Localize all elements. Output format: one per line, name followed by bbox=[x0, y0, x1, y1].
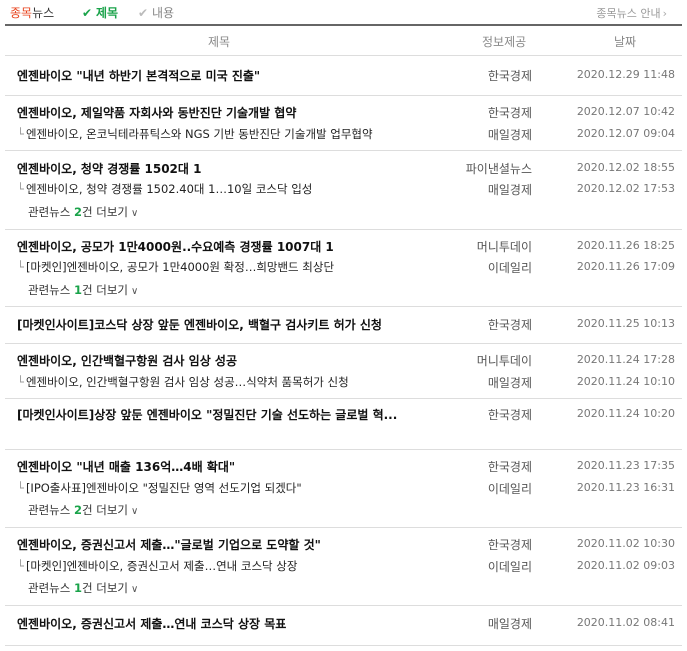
news-source: 한국경제 bbox=[487, 106, 532, 120]
news-title-link[interactable]: 엔젠바이오, 공모가 1만4000원..수요예측 경쟁률 1007대 1 bbox=[17, 238, 334, 255]
news-item: 엔젠바이오 "내년 하반기 본격적으로 미국 진출" 한국경제 2020.12.… bbox=[5, 54, 682, 96]
related-news-more-button[interactable]: 관련뉴스 1건 더보기 ∨ bbox=[28, 282, 138, 298]
news-item: [마켓인사이트]상장 앞둔 엔젠바이오 "정밀진단 기술 선도하는 글로벌 혁.… bbox=[5, 399, 682, 450]
news-date: 2020.11.24 10:20 bbox=[576, 407, 675, 420]
news-title-link[interactable]: 엔젠바이오, 증권신고서 제출…연내 코스닥 상장 목표 bbox=[17, 615, 286, 632]
news-title-link[interactable]: 엔젠바이오 "내년 하반기 본격적으로 미국 진출" bbox=[17, 67, 260, 84]
stock-news-guide-link[interactable]: 종목뉴스 안내 › bbox=[596, 5, 667, 21]
news-source: 매일경제 bbox=[487, 617, 532, 631]
news-title-link[interactable]: 엔젠바이오, 제일약품 자회사와 동반진단 기술개발 협약 bbox=[17, 104, 296, 121]
related-news-link[interactable]: └ 엔젠바이오, 인간백혈구항원 검사 임상 성공…식약처 품목허가 신청 bbox=[17, 374, 349, 390]
news-date: 2020.12.02 17:53 bbox=[576, 182, 675, 195]
column-header-date: 날짜 bbox=[614, 35, 637, 49]
news-item: 엔젠바이오, 증권신고서 제출…"글로벌 기업으로 도약할 것" 한국경제 20… bbox=[5, 528, 682, 606]
news-date: 2020.11.25 10:13 bbox=[576, 317, 675, 330]
news-source: 한국경제 bbox=[487, 538, 532, 552]
chevron-right-icon: › bbox=[662, 7, 667, 20]
news-item: 엔젠바이오, 공모가 1만4000원..수요예측 경쟁률 1007대 1 머니투… bbox=[5, 230, 682, 307]
news-title-link[interactable]: [마켓인사이트]코스닥 상장 앞둔 엔젠바이오, 백혈구 검사키트 허가 신청 bbox=[17, 316, 382, 333]
news-title-link[interactable]: 엔젠바이오, 증권신고서 제출…"글로벌 기업으로 도약할 것" bbox=[17, 536, 321, 553]
news-title-link[interactable]: 엔젠바이오, 청약 경쟁률 1502대 1 bbox=[17, 160, 201, 177]
related-news-link[interactable]: └ 엔젠바이오, 온코닉테라퓨틱스와 NGS 기반 동반진단 기술개발 업무협약 bbox=[17, 126, 373, 142]
stock-news-label: 종목뉴스 bbox=[10, 6, 55, 20]
branch-icon: └ bbox=[17, 559, 24, 573]
news-date: 2020.12.07 09:04 bbox=[576, 127, 675, 140]
search-body-option[interactable]: ✔ 내용 bbox=[138, 4, 174, 21]
related-news-link[interactable]: └ [마켓인]엔젠바이오, 증권신고서 제출…연내 코스닥 상장 bbox=[17, 558, 297, 574]
news-source: 한국경제 bbox=[487, 318, 532, 332]
check-icon: ✔ bbox=[82, 6, 93, 20]
news-item: [마켓인사이트]코스닥 상장 앞둔 엔젠바이오, 백혈구 검사키트 허가 신청 … bbox=[5, 307, 682, 344]
news-source: 한국경제 bbox=[487, 408, 532, 422]
table-header: 제목 정보제공 날짜 bbox=[5, 24, 682, 56]
related-news-more-button[interactable]: 관련뉴스 2건 더보기 ∨ bbox=[28, 204, 138, 220]
chevron-down-icon: ∨ bbox=[130, 584, 139, 595]
news-item: 엔젠바이오 "내년 매출 136억…4배 확대" 한국경제 2020.11.23… bbox=[5, 450, 682, 528]
news-date: 2020.11.26 18:25 bbox=[576, 239, 675, 252]
news-date: 2020.11.23 17:35 bbox=[576, 459, 675, 472]
related-news-link[interactable]: └ [마켓인]엔젠바이오, 공모가 1만4000원 확정…희망밴드 최상단 bbox=[17, 259, 334, 275]
news-source: 이데일리 bbox=[487, 261, 532, 275]
branch-icon: └ bbox=[17, 260, 24, 274]
column-header-source: 정보제공 bbox=[482, 35, 527, 49]
column-header-title: 제목 bbox=[208, 35, 231, 49]
branch-icon: └ bbox=[17, 375, 24, 389]
news-date: 2020.11.24 10:10 bbox=[576, 375, 675, 388]
news-date: 2020.11.02 10:30 bbox=[576, 537, 675, 550]
news-source: 한국경제 bbox=[487, 69, 532, 83]
news-date: 2020.11.23 16:31 bbox=[576, 481, 675, 494]
branch-icon: └ bbox=[17, 481, 24, 495]
news-source: 한국경제 bbox=[487, 460, 532, 474]
news-item: 엔젠바이오, 청약 경쟁률 1502대 1 파이낸셜뉴스 2020.12.02 … bbox=[5, 151, 682, 230]
news-date: 2020.11.02 08:41 bbox=[576, 616, 675, 629]
news-date: 2020.11.26 17:09 bbox=[576, 260, 675, 273]
chevron-down-icon: ∨ bbox=[130, 208, 139, 219]
news-date: 2020.12.02 18:55 bbox=[576, 161, 675, 174]
chevron-down-icon: ∨ bbox=[130, 286, 139, 297]
check-icon: ✔ bbox=[138, 6, 149, 20]
chevron-down-icon: ∨ bbox=[130, 506, 139, 517]
news-title-link[interactable]: 엔젠바이오, 인간백혈구항원 검사 임상 성공 bbox=[17, 352, 237, 369]
news-title-link[interactable]: 엔젠바이오 "내년 매출 136억…4배 확대" bbox=[17, 458, 235, 475]
news-date: 2020.12.07 10:42 bbox=[576, 105, 675, 118]
news-item: 엔젠바이오, 인간백혈구항원 검사 임상 성공 머니투데이 2020.11.24… bbox=[5, 344, 682, 399]
news-source: 매일경제 bbox=[487, 183, 532, 197]
news-source: 매일경제 bbox=[487, 128, 532, 142]
related-news-more-button[interactable]: 관련뉴스 2건 더보기 ∨ bbox=[28, 502, 138, 518]
branch-icon: └ bbox=[17, 127, 24, 141]
search-title-option[interactable]: ✔ 제목 bbox=[82, 4, 118, 21]
branch-icon: └ bbox=[17, 182, 24, 196]
news-source: 파이낸셜뉴스 bbox=[465, 162, 532, 176]
news-title-link[interactable]: [마켓인사이트]상장 앞둔 엔젠바이오 "정밀진단 기술 선도하는 글로벌 혁.… bbox=[17, 406, 447, 424]
news-toolbar: 종목뉴스 ✔ 제목 ✔ 내용 종목뉴스 안내 › bbox=[0, 0, 687, 24]
related-news-link[interactable]: └ [IPO출사표]엔젠바이오 "정밀진단 영역 선도기업 되겠다" bbox=[17, 480, 302, 496]
news-source: 이데일리 bbox=[487, 482, 532, 496]
news-date: 2020.11.24 17:28 bbox=[576, 353, 675, 366]
news-item: 엔젠바이오, 제일약품 자회사와 동반진단 기술개발 협약 한국경제 2020.… bbox=[5, 96, 682, 151]
news-source: 머니투데이 bbox=[476, 240, 532, 254]
news-date: 2020.12.29 11:48 bbox=[576, 68, 675, 81]
news-source: 매일경제 bbox=[487, 376, 532, 390]
related-news-link[interactable]: └ 엔젠바이오, 청약 경쟁률 1502.40대 1…10일 코스닥 입성 bbox=[17, 181, 312, 197]
related-news-more-button[interactable]: 관련뉴스 1건 더보기 ∨ bbox=[28, 580, 138, 596]
news-source: 이데일리 bbox=[487, 560, 532, 574]
news-item: 엔젠바이오, 증권신고서 제출…연내 코스닥 상장 목표 매일경제 2020.1… bbox=[5, 606, 682, 646]
news-source: 머니투데이 bbox=[476, 354, 532, 368]
news-date: 2020.11.02 09:03 bbox=[576, 559, 675, 572]
